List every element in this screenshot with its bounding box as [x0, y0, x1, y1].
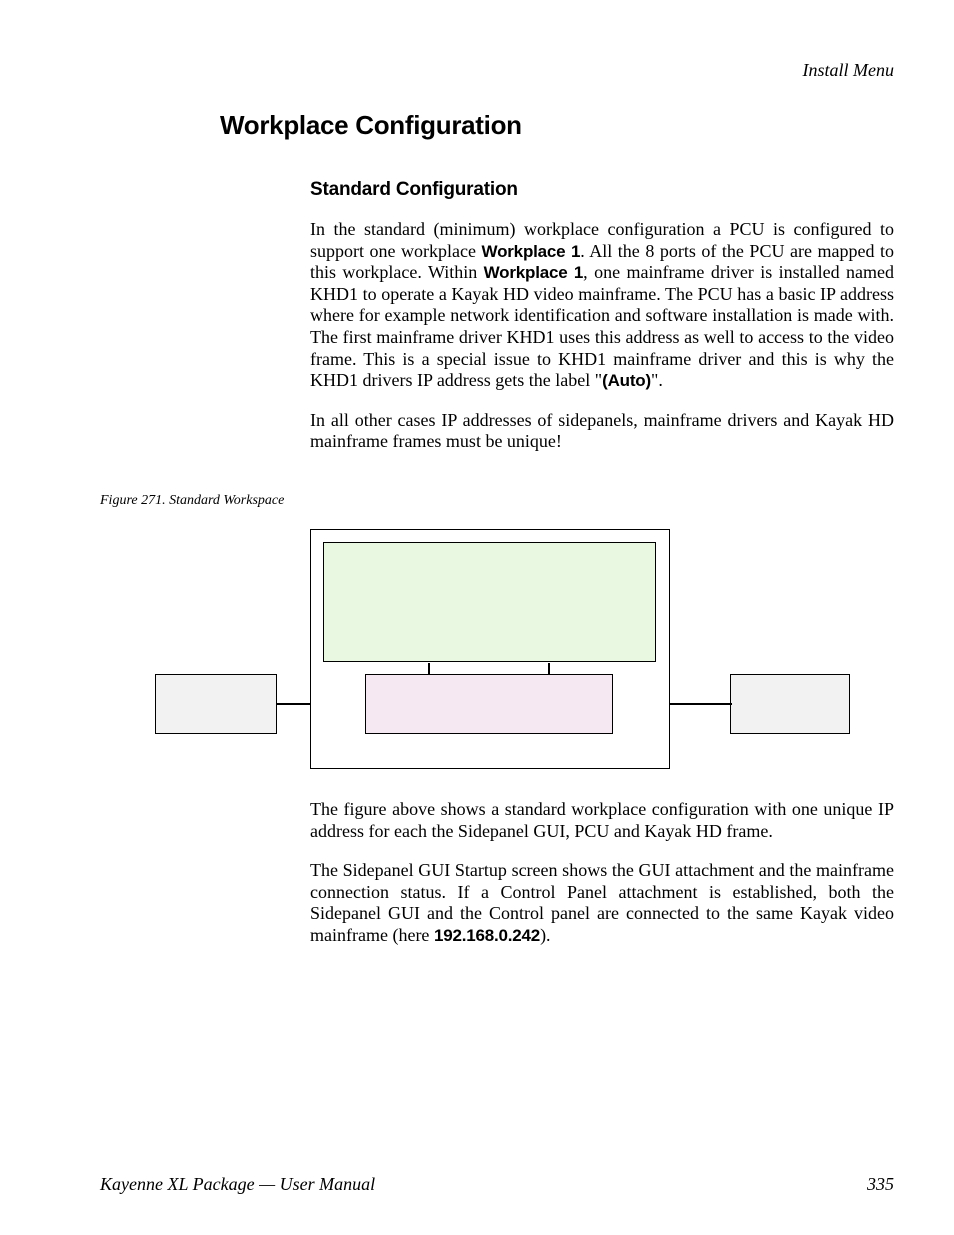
diagram-khd-box	[365, 674, 613, 734]
heading-2: Standard Configuration	[310, 179, 894, 201]
footer-title: Kayenne XL Package — User Manual	[100, 1174, 375, 1195]
diagram-sidepanel-box	[155, 674, 277, 734]
page-number: 335	[867, 1174, 894, 1195]
paragraph-3: The figure above shows a standard workpl…	[310, 799, 894, 842]
diagram-workplace-box	[323, 542, 656, 662]
bold-run: Workplace 1	[482, 242, 581, 261]
bold-run: Workplace 1	[484, 263, 584, 282]
diagram-connector-left	[276, 703, 311, 705]
bold-run: (Auto)	[602, 371, 651, 390]
text-run: The Sidepanel GUI Startup screen shows t…	[310, 860, 894, 945]
paragraph-2: In all other cases IP addresses of sidep…	[310, 410, 894, 453]
header-section-title: Install Menu	[803, 60, 895, 81]
bold-run: 192.168.0.242	[434, 926, 540, 945]
paragraph-4: The Sidepanel GUI Startup screen shows t…	[310, 860, 894, 946]
figure-diagram	[100, 519, 900, 769]
text-run: ).	[540, 925, 551, 945]
diagram-tick	[548, 663, 550, 675]
figure-caption: Figure 271. Standard Workspace	[100, 493, 894, 509]
diagram-tick	[428, 663, 430, 675]
text-run: ".	[651, 370, 663, 390]
document-page: Install Menu Workplace Configuration Sta…	[0, 0, 954, 1235]
diagram-connector-right	[670, 703, 732, 705]
heading-1: Workplace Configuration	[220, 110, 894, 141]
page-footer: Kayenne XL Package — User Manual 335	[100, 1174, 894, 1195]
diagram-frame-box	[730, 674, 850, 734]
paragraph-1: In the standard (minimum) workplace conf…	[310, 219, 894, 392]
